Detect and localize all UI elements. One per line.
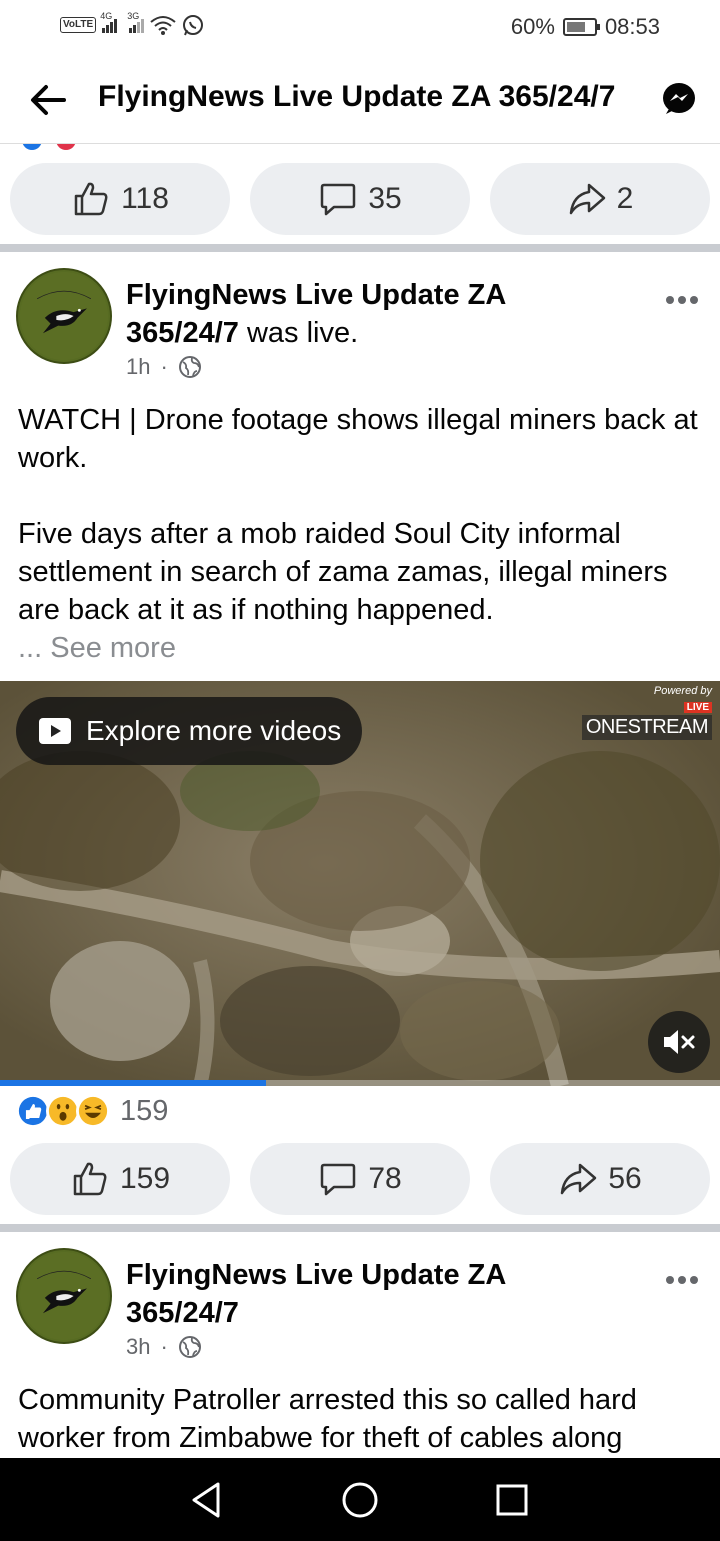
explore-more-videos-button[interactable]: Explore more videos: [16, 697, 362, 765]
post-header: FlyingNews Live Update ZA 365/24/7 3h ·: [0, 1248, 720, 1360]
system-nav-bar: [0, 1458, 720, 1541]
battery-icon: [562, 18, 600, 36]
more-options-icon[interactable]: [664, 294, 700, 306]
see-more-link[interactable]: ... See more: [18, 629, 708, 667]
haha-reaction-icon: [76, 1094, 110, 1128]
back-arrow-icon[interactable]: [26, 78, 70, 122]
post-text-paragraph: WATCH | Drone footage shows illegal mine…: [18, 404, 698, 474]
app-header: FlyingNews Live Update ZA 365/24/7: [0, 56, 720, 144]
share-button[interactable]: 56: [490, 1143, 710, 1215]
battery-percent: 60%: [510, 14, 555, 39]
live-badge: LIVE: [683, 702, 712, 713]
like-count: 159: [119, 1162, 171, 1195]
explore-label: Explore more videos: [86, 715, 342, 746]
comment-button[interactable]: 35: [250, 163, 470, 235]
post-time[interactable]: 1h: [126, 354, 150, 380]
action-row: 159 78 56: [0, 1143, 720, 1215]
like-button[interactable]: 159: [10, 1143, 230, 1215]
magpie-logo-icon: [19, 271, 109, 361]
onestream-badge: Powered by LIVE ONESTREAM: [581, 685, 712, 740]
recents-nav-icon[interactable]: [490, 1478, 534, 1522]
page-title: FlyingNews Live Update ZA 365/24/7: [98, 80, 616, 113]
post-text: WATCH | Drone footage shows illegal mine…: [18, 401, 708, 667]
messenger-icon[interactable]: [662, 82, 696, 116]
globe-icon: [178, 1336, 201, 1358]
like-count: 118: [121, 182, 169, 215]
wifi-icon: [150, 16, 176, 35]
post-meta: 1h ·: [126, 354, 202, 380]
feed-separator: [0, 1224, 720, 1232]
post-text-paragraph: Community Patroller arrested this so cal…: [18, 1384, 637, 1454]
post-meta: 3h ·: [126, 1334, 202, 1360]
page-avatar[interactable]: [16, 1248, 112, 1344]
more-options-icon[interactable]: [664, 1274, 700, 1286]
signal-icon: 4G: [100, 11, 118, 33]
comment-count: 35: [368, 182, 402, 215]
mute-button[interactable]: [648, 1011, 710, 1073]
feed-separator: [0, 244, 720, 252]
meta-dot: ·: [160, 1334, 168, 1359]
globe-icon: [178, 356, 201, 378]
reactions-count: 159: [120, 1094, 169, 1127]
share-count: 56: [608, 1162, 642, 1195]
thumbs-up-icon: [74, 182, 108, 216]
magpie-logo-icon: [19, 1251, 109, 1341]
signal-icon: 3G: [127, 11, 145, 33]
comment-icon: [321, 183, 356, 216]
post-author[interactable]: FlyingNews Live Update ZA 365/24/7 was l…: [126, 276, 556, 352]
status-indicators: VoLTE 4G 3G: [60, 11, 204, 36]
video-player[interactable]: Explore more videos Powered by LIVE ONES…: [0, 681, 720, 1086]
volume-muted-icon: [664, 1030, 695, 1054]
like-reaction-icon: [16, 1094, 50, 1128]
thumbs-up-icon: [73, 1162, 107, 1196]
share-count: 2: [616, 182, 634, 215]
reactions-summary[interactable]: 159: [16, 1094, 168, 1128]
post-author[interactable]: FlyingNews Live Update ZA 365/24/7: [126, 1256, 556, 1332]
share-icon: [569, 183, 605, 215]
whatsapp-icon: [183, 15, 204, 36]
page-avatar[interactable]: [16, 268, 112, 364]
post-time[interactable]: 3h: [126, 1334, 150, 1360]
like-button[interactable]: 118: [10, 163, 230, 235]
post-header: FlyingNews Live Update ZA 365/24/7 was l…: [0, 268, 720, 380]
comment-button[interactable]: 78: [250, 1143, 470, 1215]
wow-reaction-icon: [46, 1094, 80, 1128]
share-icon: [561, 1163, 597, 1195]
post-text: Community Patroller arrested this so cal…: [18, 1381, 708, 1457]
back-nav-icon[interactable]: [184, 1478, 228, 1522]
home-nav-icon[interactable]: [338, 1478, 382, 1522]
clock: 08:53: [604, 14, 660, 39]
meta-dot: ·: [160, 354, 168, 379]
status-right: 60% 08:53: [511, 14, 660, 40]
reaction-peek-icon: [22, 144, 76, 150]
video-progress-fill: [0, 1080, 267, 1086]
share-button[interactable]: 2: [490, 163, 710, 235]
action-row: 118 35 2: [0, 163, 720, 235]
post-text-paragraph: Five days after a mob raided Soul City i…: [18, 518, 668, 626]
status-bar: VoLTE 4G 3G 60% 08:53: [0, 0, 720, 56]
comment-icon: [321, 1163, 356, 1196]
video-progress-bar[interactable]: [0, 1080, 720, 1086]
video-play-icon: [39, 718, 71, 744]
volte-badge: VoLTE: [60, 17, 97, 33]
comment-count: 78: [368, 1162, 402, 1195]
onestream-logo: ONESTREAM: [581, 715, 712, 740]
